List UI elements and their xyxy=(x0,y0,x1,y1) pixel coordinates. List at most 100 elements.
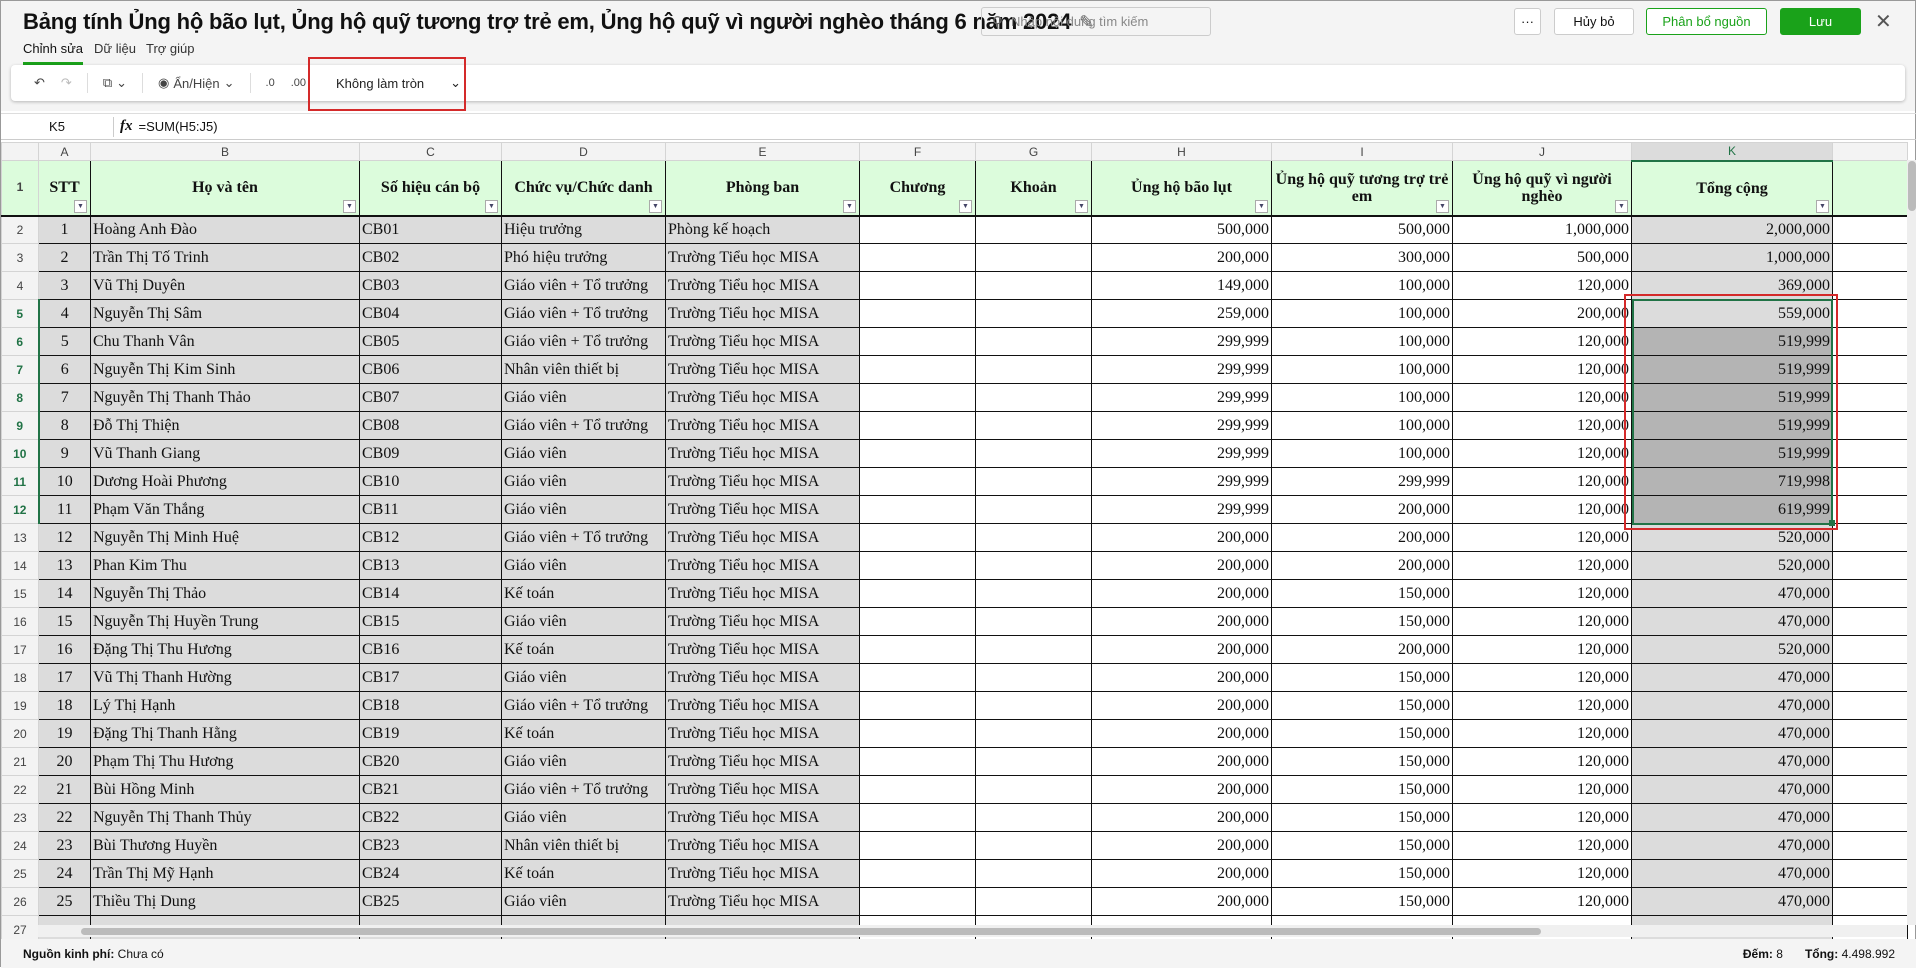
column-header-b[interactable]: B xyxy=(90,142,360,161)
cell[interactable]: 520,000 xyxy=(1631,635,1833,664)
cell[interactable]: 259,000 xyxy=(1091,299,1272,328)
cell[interactable]: Trường Tiểu học MISA xyxy=(665,299,860,328)
cell[interactable]: 200,000 xyxy=(1091,887,1272,916)
cell[interactable]: Nguyễn Thị Thảo xyxy=(90,579,360,608)
cell[interactable]: 150,000 xyxy=(1271,579,1453,608)
cell[interactable]: Trường Tiểu học MISA xyxy=(665,439,860,468)
cell[interactable]: 12 xyxy=(38,523,91,552)
cell[interactable]: 14 xyxy=(38,579,91,608)
cell[interactable]: Giáo viên + Tổ trưởng xyxy=(501,411,666,440)
cell[interactable]: 8 xyxy=(38,411,91,440)
cell[interactable]: 120,000 xyxy=(1452,523,1632,552)
cell[interactable] xyxy=(975,579,1092,608)
cell[interactable]: Trường Tiểu học MISA xyxy=(665,775,860,804)
column-header-k[interactable]: K xyxy=(1631,142,1833,162)
select-all-corner[interactable] xyxy=(1,142,39,161)
filter-dropdown-icon[interactable]: ▼ xyxy=(343,199,356,213)
empty-cell[interactable] xyxy=(1832,271,1908,300)
row-number[interactable]: 9 xyxy=(1,411,40,440)
cell[interactable] xyxy=(859,243,976,272)
empty-cell[interactable] xyxy=(1832,160,1908,217)
header-cell[interactable]: Số hiệu cán bộ ▼ xyxy=(359,160,502,217)
row-number[interactable]: 22 xyxy=(1,775,39,804)
cell[interactable] xyxy=(859,271,976,300)
cell[interactable]: Trường Tiểu học MISA xyxy=(665,831,860,860)
row-number[interactable]: 4 xyxy=(1,271,39,300)
empty-cell[interactable] xyxy=(1832,719,1908,748)
cell[interactable]: 2,000,000 xyxy=(1631,215,1833,244)
cell[interactable]: CB22 xyxy=(359,803,502,832)
cell[interactable]: CB23 xyxy=(359,831,502,860)
cell[interactable]: Giáo viên + Tổ trưởng xyxy=(501,299,666,328)
cell[interactable]: 20 xyxy=(38,747,91,776)
cell[interactable]: 100,000 xyxy=(1271,355,1453,384)
cell[interactable]: 299,999 xyxy=(1091,383,1272,412)
header-cell[interactable]: Phòng ban ▼ xyxy=(665,160,860,217)
empty-cell[interactable] xyxy=(1832,467,1908,496)
cell[interactable]: 200,000 xyxy=(1091,579,1272,608)
cell[interactable] xyxy=(859,495,976,524)
cell[interactable] xyxy=(975,635,1092,664)
cell[interactable] xyxy=(859,439,976,468)
cell[interactable]: 150,000 xyxy=(1271,831,1453,860)
cell[interactable]: Phạm Văn Thắng xyxy=(90,495,360,524)
row-number[interactable]: 16 xyxy=(1,607,39,636)
cell[interactable]: 200,000 xyxy=(1091,775,1272,804)
cell[interactable]: 200,000 xyxy=(1452,299,1632,328)
empty-cell[interactable] xyxy=(1832,327,1908,356)
cell[interactable]: Bùi Thương Huyền xyxy=(90,831,360,860)
cell[interactable]: 120,000 xyxy=(1452,579,1632,608)
cell[interactable]: Kế toán xyxy=(501,635,666,664)
cell[interactable]: 100,000 xyxy=(1271,271,1453,300)
cell[interactable]: 1,000,000 xyxy=(1631,243,1833,272)
empty-cell[interactable] xyxy=(1832,523,1908,552)
cell[interactable]: 120,000 xyxy=(1452,271,1632,300)
cell[interactable]: Nguyễn Thị Huyền Trung xyxy=(90,607,360,636)
cell[interactable] xyxy=(859,719,976,748)
cell[interactable] xyxy=(859,887,976,916)
empty-cell[interactable] xyxy=(1832,411,1908,440)
cell[interactable]: 200,000 xyxy=(1091,719,1272,748)
cell[interactable] xyxy=(859,607,976,636)
filter-dropdown-icon[interactable]: ▼ xyxy=(1075,199,1088,213)
cell[interactable]: 470,000 xyxy=(1631,607,1833,636)
cell[interactable]: Trường Tiểu học MISA xyxy=(665,607,860,636)
cell[interactable]: Dương Hoài Phương xyxy=(90,467,360,496)
cell[interactable]: 10 xyxy=(38,467,91,496)
cell[interactable]: 200,000 xyxy=(1091,243,1272,272)
cell[interactable]: 520,000 xyxy=(1631,551,1833,580)
cell[interactable]: 200,000 xyxy=(1271,523,1453,552)
cell[interactable]: Trần Thị Mỹ Hạnh xyxy=(90,859,360,888)
empty-cell[interactable] xyxy=(1832,551,1908,580)
cell[interactable]: 120,000 xyxy=(1452,719,1632,748)
cell[interactable]: Kế toán xyxy=(501,579,666,608)
cell[interactable]: 100,000 xyxy=(1271,383,1453,412)
cell[interactable] xyxy=(859,663,976,692)
cell[interactable] xyxy=(975,355,1092,384)
cell[interactable]: Kế toán xyxy=(501,719,666,748)
cell[interactable]: 299,999 xyxy=(1091,411,1272,440)
cell[interactable]: 120,000 xyxy=(1452,607,1632,636)
cell[interactable]: 18 xyxy=(38,691,91,720)
cell[interactable] xyxy=(975,243,1092,272)
cell[interactable]: 120,000 xyxy=(1452,495,1632,524)
empty-cell[interactable] xyxy=(1832,579,1908,608)
cell[interactable] xyxy=(859,411,976,440)
cell[interactable] xyxy=(975,663,1092,692)
cell[interactable]: 200,000 xyxy=(1091,803,1272,832)
cell[interactable] xyxy=(975,383,1092,412)
cell[interactable]: 150,000 xyxy=(1271,719,1453,748)
cell[interactable]: Đặng Thị Thu Hương xyxy=(90,635,360,664)
cell[interactable]: 470,000 xyxy=(1631,747,1833,776)
cell[interactable]: 149,000 xyxy=(1091,271,1272,300)
row-number[interactable]: 26 xyxy=(1,887,39,916)
filter-dropdown-icon[interactable]: ▼ xyxy=(1615,199,1628,213)
cell[interactable]: CB11 xyxy=(359,495,502,524)
cell[interactable]: 120,000 xyxy=(1452,803,1632,832)
cell[interactable]: 9 xyxy=(38,439,91,468)
cell[interactable] xyxy=(859,467,976,496)
cell[interactable]: 24 xyxy=(38,859,91,888)
empty-cell[interactable] xyxy=(1832,747,1908,776)
row-number[interactable]: 19 xyxy=(1,691,39,720)
cell[interactable]: Trường Tiểu học MISA xyxy=(665,635,860,664)
